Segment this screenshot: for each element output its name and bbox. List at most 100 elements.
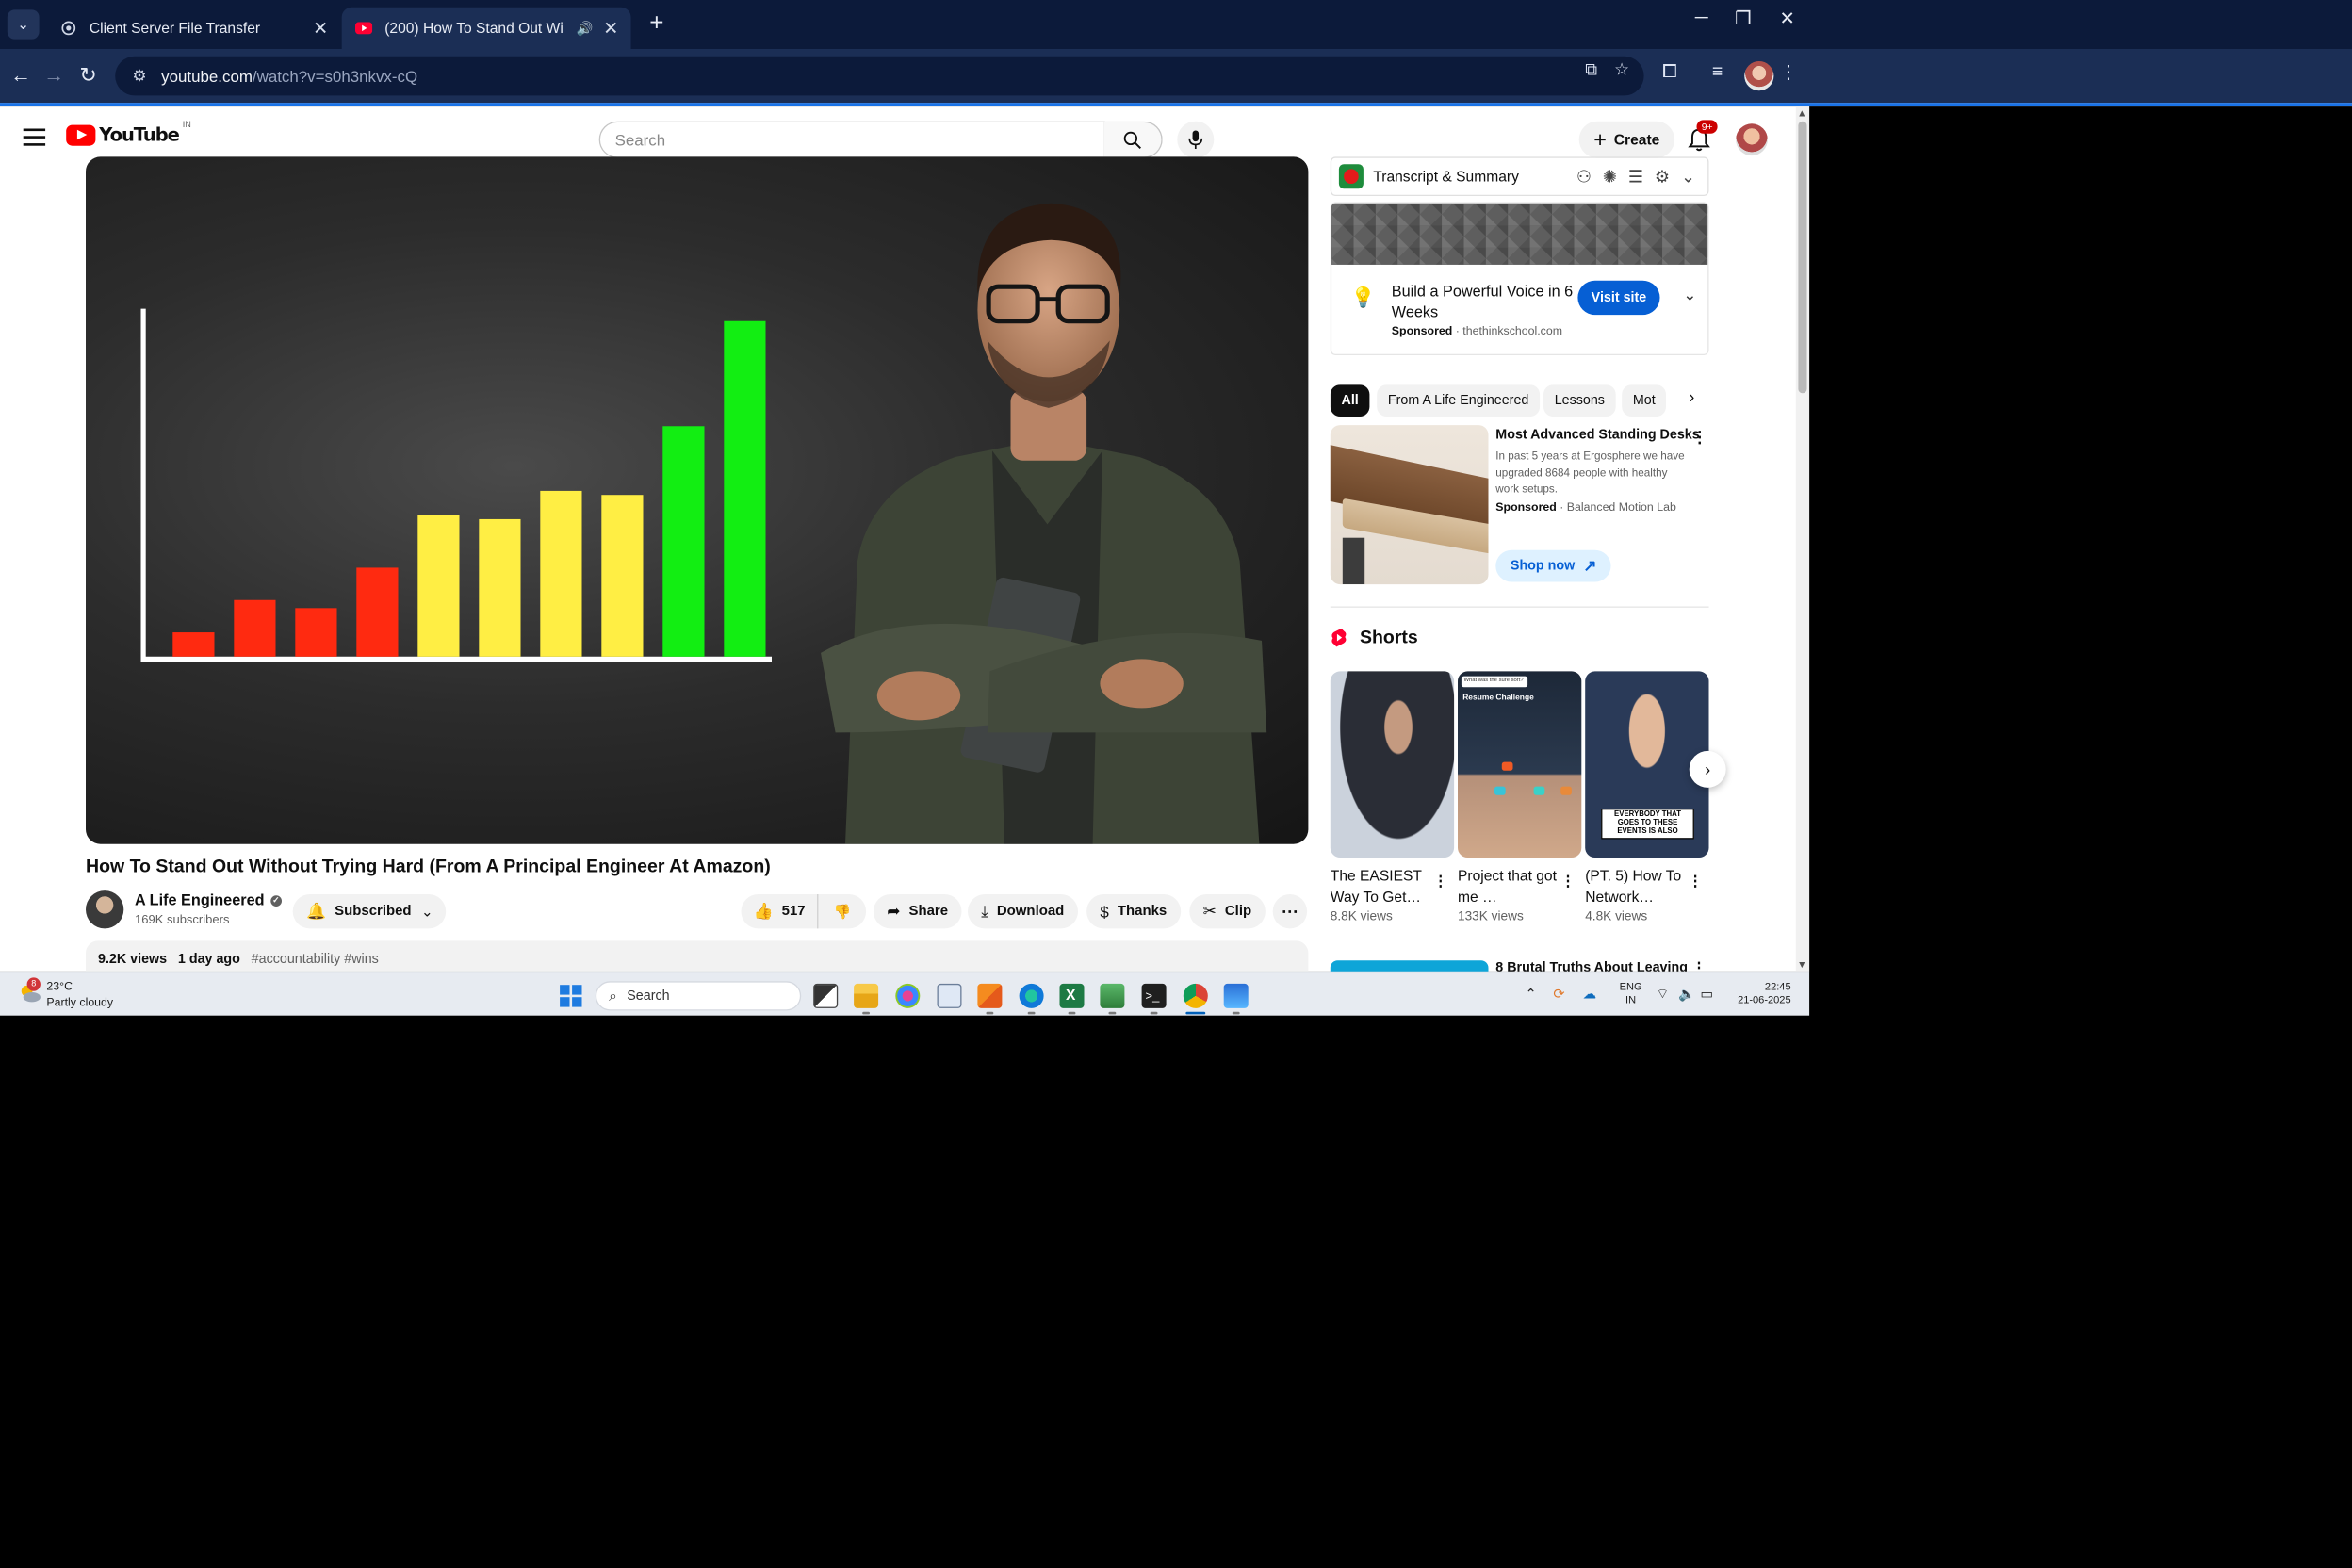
scroll-down-arrow-icon[interactable]: ▼ (1797, 959, 1806, 971)
excel-icon[interactable]: X (1059, 983, 1085, 1008)
media-control-icon[interactable]: ≡ (1703, 61, 1732, 82)
short-title-2[interactable]: Project that got me … (1458, 866, 1563, 907)
more-options-icon[interactable]: ⋮ (1688, 873, 1703, 890)
weather-description[interactable]: Partly cloudy (46, 996, 113, 1009)
thanks-button[interactable]: $ Thanks (1086, 893, 1181, 929)
search-button[interactable] (1103, 121, 1163, 158)
language-indicator[interactable]: ENG IN (1620, 980, 1642, 1007)
orange-app-icon[interactable] (977, 983, 1003, 1008)
search-input[interactable]: Search (598, 121, 1105, 158)
profile-avatar[interactable] (1744, 61, 1774, 91)
like-button[interactable]: 👍 517 (742, 893, 819, 929)
close-window-button[interactable]: ✕ (1759, 8, 1816, 29)
description-box[interactable]: 9.2K views 1 day ago #accountability #wi… (86, 940, 1309, 972)
more-actions-button[interactable]: ⋯ (1272, 893, 1308, 929)
taskbar-search-label: Search (627, 988, 670, 1004)
create-button[interactable]: + Create (1578, 121, 1674, 158)
standing-desk-thumbnail[interactable] (1330, 425, 1489, 585)
chip-lessons[interactable]: Lessons (1544, 384, 1616, 416)
tab-client-server[interactable]: Client Server File Transfer ✕ (46, 8, 340, 49)
transcript-icon[interactable]: ☰ (1628, 167, 1643, 188)
dislike-button[interactable]: 👎 (819, 894, 866, 928)
more-options-icon[interactable]: ⋮ (1433, 873, 1448, 890)
shop-now-button[interactable]: Shop now ↗ (1495, 549, 1612, 582)
guide-menu-icon[interactable] (23, 128, 46, 151)
tab-youtube-video[interactable]: (200) How To Stand Out Wi 🔊 ✕ (341, 7, 631, 50)
close-tab-icon[interactable]: ✕ (603, 17, 618, 40)
video-player[interactable] (86, 156, 1309, 844)
more-options-icon[interactable]: ⋮ (1691, 959, 1707, 972)
speaker-icon[interactable]: 🔊 (577, 20, 594, 37)
clip-button[interactable]: ✂ Clip (1189, 893, 1266, 929)
battery-icon[interactable]: ▭ (1700, 987, 1713, 1003)
chip-mot[interactable]: Mot (1622, 384, 1667, 416)
transcript-extension-bar[interactable]: Transcript & Summary ⚇ ✺ ☰ ⚙ ⌄ (1330, 156, 1709, 196)
visit-site-button[interactable]: Visit site (1577, 280, 1660, 316)
more-options-icon[interactable]: ⋮ (1560, 873, 1576, 890)
chevron-up-icon[interactable]: ⌃ (1526, 987, 1537, 1003)
chevron-down-icon[interactable]: ⌄ (1681, 167, 1695, 188)
task-view-icon[interactable] (813, 983, 839, 1008)
terminal-icon[interactable]: >_ (1141, 983, 1167, 1008)
ad2-text: In past 5 years at Ergosphere we have up… (1495, 449, 1685, 496)
forward-button[interactable]: → (41, 62, 68, 90)
more-options-icon[interactable]: ⋮ (1691, 428, 1707, 448)
bookmark-star-icon[interactable]: ☆ (1609, 58, 1636, 79)
next-video-thumbnail[interactable] (1330, 960, 1489, 972)
download-label: Download (996, 904, 1065, 919)
ad2-title[interactable]: Most Advanced Standing Desks (1495, 428, 1699, 443)
chrome-menu-icon[interactable]: ⋮ (1773, 61, 1803, 83)
short-thumbnail-1[interactable] (1330, 671, 1455, 858)
chatgpt-icon[interactable]: ✺ (1603, 167, 1617, 188)
download-button[interactable]: ⤓ Download (968, 893, 1078, 929)
short-title-3[interactable]: (PT. 5) How To Network… (1585, 866, 1690, 907)
file-explorer-icon[interactable] (854, 983, 879, 1008)
reload-button[interactable]: ↻ (74, 62, 102, 90)
chevron-right-icon[interactable]: › (1677, 386, 1706, 415)
extensions-icon[interactable]: ⧠ (1655, 61, 1684, 82)
install-app-icon[interactable]: ⧉ (1577, 58, 1605, 79)
new-tab-button[interactable]: + (642, 9, 671, 38)
taskbar-search[interactable]: ⌕ Search (595, 981, 802, 1011)
back-button[interactable]: ← (8, 62, 35, 90)
short-title-1[interactable]: The EASIEST Way To Get… (1331, 866, 1436, 907)
robot-icon[interactable]: ⚇ (1576, 167, 1592, 188)
voice-search-button[interactable] (1177, 121, 1215, 158)
section-divider (1330, 606, 1709, 608)
shorts-next-button[interactable]: › (1689, 750, 1726, 788)
sync-app-icon[interactable]: ⟳ (1553, 987, 1564, 1003)
system-clock[interactable]: 22:45 21-06-2025 (1730, 980, 1791, 1007)
address-bar[interactable]: ⚙ youtube.com/watch?v=s0h3nkvx-cQ (115, 56, 1644, 96)
channel-name-link[interactable]: A Life Engineered ✓ (135, 891, 282, 909)
volume-icon[interactable]: 🔈 (1678, 987, 1695, 1003)
site-info-icon[interactable]: ⚙ (132, 66, 146, 86)
hashtags[interactable]: #accountability #wins (252, 952, 379, 967)
settings-gear-icon[interactable]: ⚙ (1655, 167, 1670, 188)
chip-from-channel[interactable]: From A Life Engineered (1377, 384, 1541, 416)
tab-search-button[interactable]: ⌄ (7, 9, 40, 40)
chart-app-icon[interactable] (1100, 983, 1125, 1008)
window-app-icon[interactable] (937, 983, 962, 1008)
wifi-icon[interactable]: ⌔ (1657, 987, 1669, 1004)
channel-avatar[interactable] (86, 890, 124, 929)
scrollbar-thumb[interactable] (1798, 121, 1807, 394)
close-tab-icon[interactable]: ✕ (313, 17, 328, 40)
youtube-logo[interactable]: YouTube IN (66, 121, 191, 146)
edge-browser-icon[interactable] (1019, 983, 1044, 1008)
page-scrollbar[interactable]: ▲ ▼ (1795, 106, 1810, 972)
scroll-up-arrow-icon[interactable]: ▲ (1797, 107, 1806, 119)
chrome-icon[interactable] (1183, 983, 1208, 1008)
photos-app-icon[interactable] (1223, 983, 1249, 1008)
windows-start-icon[interactable] (560, 985, 582, 1007)
sponsored-ad-card[interactable]: 💡 Build a Powerful Voice in 6 Weeks Spon… (1330, 202, 1709, 355)
copilot-icon[interactable] (895, 983, 921, 1008)
short-thumbnail-2[interactable]: What was the sure sort? Resume Challenge (1458, 671, 1582, 858)
chevron-down-icon[interactable]: ⌄ (1683, 286, 1696, 305)
weather-temperature[interactable]: 23°C (46, 980, 73, 993)
chip-all[interactable]: All (1330, 384, 1370, 416)
share-button[interactable]: ➦ Share (873, 893, 962, 929)
subscribed-button[interactable]: 🔔 Subscribed ⌄ (292, 893, 447, 929)
next-video-title[interactable]: 8 Brutal Truths About Leaving (1495, 960, 1688, 972)
account-avatar[interactable] (1736, 123, 1768, 156)
onedrive-cloud-icon[interactable]: ☁ (1583, 987, 1596, 1003)
